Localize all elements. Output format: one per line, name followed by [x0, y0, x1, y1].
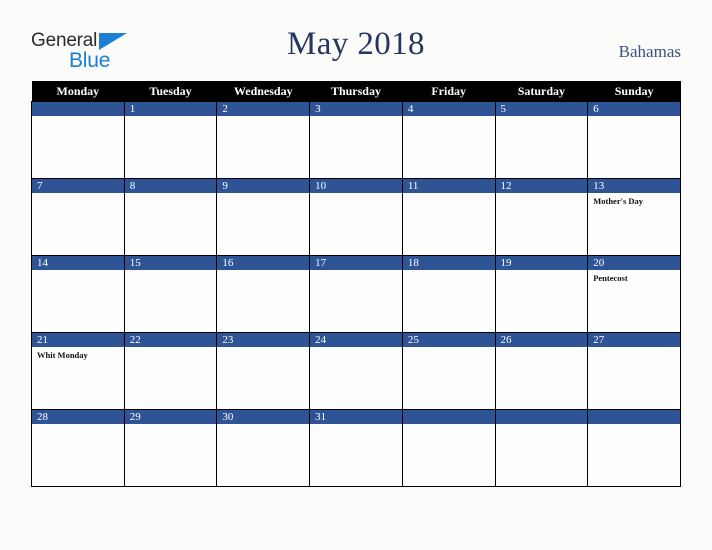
day-number: 22	[124, 333, 217, 347]
calendar-day-cell[interactable]: 16	[216, 255, 311, 333]
calendar-day-cell[interactable]: 3	[309, 101, 403, 179]
day-number	[588, 410, 680, 424]
calendar-day-cell[interactable]: 10	[309, 178, 403, 256]
day-events: Mother's Day	[588, 193, 680, 207]
day-number: 14	[32, 256, 124, 270]
event-label: Mother's Day	[593, 196, 644, 206]
calendar-day-cell[interactable]: 19	[494, 255, 589, 333]
day-number: 5	[495, 102, 588, 116]
day-number: 30	[217, 410, 310, 424]
calendar-empty-cell	[31, 101, 125, 179]
calendar-day-cell[interactable]: 4	[401, 101, 496, 179]
day-number: 15	[124, 256, 217, 270]
calendar-empty-cell	[494, 409, 589, 487]
day-number: 3	[310, 102, 402, 116]
day-number: 23	[217, 333, 310, 347]
country-label: Bahamas	[618, 42, 681, 61]
day-number: 25	[402, 333, 495, 347]
calendar-day-cell[interactable]: 18	[401, 255, 496, 333]
weekday-header-monday: Monday	[31, 81, 125, 102]
calendar-day-cell[interactable]: 7	[31, 178, 125, 256]
calendar-day-cell[interactable]: 23	[216, 332, 311, 410]
calendar-day-cell[interactable]: 15	[123, 255, 218, 333]
calendar-day-cell[interactable]: 31	[309, 409, 403, 487]
day-number: 27	[588, 333, 680, 347]
event-label: Pentecost	[593, 273, 628, 283]
day-number: 21	[32, 333, 124, 347]
calendar-day-cell[interactable]: 22	[123, 332, 218, 410]
day-number: 12	[495, 179, 588, 193]
calendar-day-cell[interactable]: 29	[123, 409, 218, 487]
calendar-day-cell[interactable]: 8	[123, 178, 218, 256]
calendar-day-cell[interactable]: 26	[494, 332, 589, 410]
page-title: May 2018	[287, 26, 425, 62]
calendar-day-cell[interactable]: 1	[123, 101, 218, 179]
calendar-day-cell[interactable]: 5	[494, 101, 589, 179]
calendar-day-cell[interactable]: 6	[587, 101, 681, 179]
page-header: General Blue May 2018 Bahamas	[0, 0, 712, 81]
day-number: 18	[402, 256, 495, 270]
calendar-day-cell[interactable]: 30	[216, 409, 311, 487]
day-number: 1	[124, 102, 217, 116]
day-number: 16	[217, 256, 310, 270]
day-number: 29	[124, 410, 217, 424]
weekday-header-wednesday: Wednesday	[216, 81, 310, 102]
calendar-day-cell[interactable]: 24	[309, 332, 403, 410]
calendar-day-cell[interactable]: 27	[587, 332, 681, 410]
calendar-week-row: 7 8 9 10 11 12 13 Mother's Day	[31, 178, 681, 256]
weekday-header-friday: Friday	[402, 81, 496, 102]
day-number	[32, 102, 124, 116]
calendar-empty-cell	[587, 409, 681, 487]
day-number: 11	[402, 179, 495, 193]
day-events: Pentecost	[588, 270, 680, 284]
calendar-day-cell[interactable]: 14	[31, 255, 125, 333]
day-number: 31	[310, 410, 402, 424]
day-number: 24	[310, 333, 402, 347]
day-number: 10	[310, 179, 402, 193]
calendar-body: 1 2 3 4 5 6 7 8 9 10 11 12 13 Mother's Day 14 15 16 17 18 1…	[31, 101, 681, 487]
calendar-day-cell[interactable]: 28	[31, 409, 125, 487]
day-number: 20	[588, 256, 680, 270]
calendar-day-cell[interactable]: 17	[309, 255, 403, 333]
day-number: 6	[588, 102, 680, 116]
calendar-week-row: 21 Whit Monday 22 23 24 25 26 27	[31, 332, 681, 410]
calendar-day-cell[interactable]: 21 Whit Monday	[31, 332, 125, 410]
calendar-day-cell[interactable]: 12	[494, 178, 589, 256]
day-number: 7	[32, 179, 124, 193]
day-number: 2	[217, 102, 310, 116]
calendar-week-row: 28 29 30 31	[31, 409, 681, 487]
day-events: Whit Monday	[32, 347, 124, 361]
day-number: 13	[588, 179, 680, 193]
calendar-weekday-header-row: Monday Tuesday Wednesday Thursday Friday Satu…	[31, 81, 681, 102]
calendar-week-row: 123456	[31, 101, 681, 179]
day-number: 26	[495, 333, 588, 347]
calendar-day-cell[interactable]: 2	[216, 101, 311, 179]
calendar-day-cell[interactable]: 25	[401, 332, 496, 410]
calendar-day-cell[interactable]: 20 Pentecost	[587, 255, 681, 333]
day-number: 4	[402, 102, 495, 116]
day-number: 28	[32, 410, 124, 424]
day-number: 8	[124, 179, 217, 193]
weekday-header-saturday: Saturday	[495, 81, 588, 102]
day-number	[402, 410, 495, 424]
calendar-day-cell[interactable]: 9	[216, 178, 311, 256]
weekday-header-sunday: Sunday	[587, 81, 681, 102]
day-number: 19	[495, 256, 588, 270]
calendar-day-cell[interactable]: 11	[401, 178, 496, 256]
weekday-header-tuesday: Tuesday	[124, 81, 217, 102]
day-number	[495, 410, 588, 424]
day-number: 9	[217, 179, 310, 193]
weekday-header-thursday: Thursday	[309, 81, 403, 102]
calendar-grid: Monday Tuesday Wednesday Thursday Friday Satu…	[31, 81, 681, 487]
calendar-empty-cell	[401, 409, 496, 487]
calendar-week-row: 14 15 16 17 18 19 20 Pentecost	[31, 255, 681, 333]
day-number: 17	[310, 256, 402, 270]
event-label: Whit Monday	[37, 350, 88, 360]
calendar-day-cell[interactable]: 13 Mother's Day	[587, 178, 681, 256]
